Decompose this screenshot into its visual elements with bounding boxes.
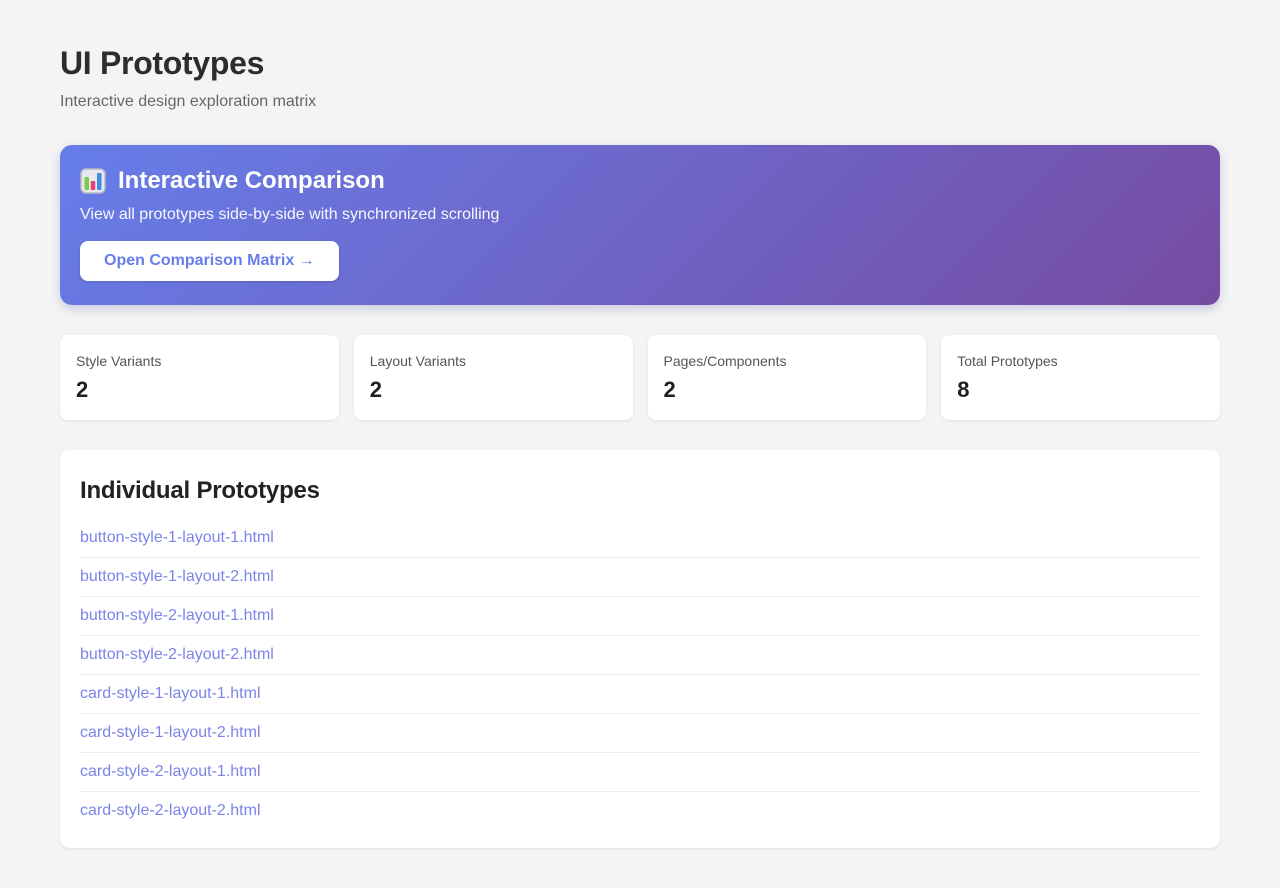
banner-title: Interactive Comparison [80, 167, 1200, 195]
stat-card-style-variants: Style Variants 2 [60, 334, 339, 420]
individual-prototypes-title: Individual Prototypes [80, 476, 320, 504]
prototype-link[interactable]: card-style-1-layout-1.html [80, 685, 261, 702]
prototype-link[interactable]: card-style-2-layout-2.html [80, 802, 261, 819]
prototype-link[interactable]: button-style-1-layout-1.html [80, 529, 274, 546]
stat-value: 8 [957, 376, 970, 402]
open-comparison-matrix-button[interactable]: Open Comparison Matrix → [80, 240, 339, 281]
prototype-link[interactable]: card-style-2-layout-1.html [80, 763, 261, 780]
prototype-link[interactable]: card-style-1-layout-2.html [80, 724, 261, 741]
stat-card-total-prototypes: Total Prototypes 8 [941, 334, 1220, 420]
stat-value: 2 [76, 376, 89, 402]
list-item: card-style-1-layout-1.html [80, 675, 1200, 714]
list-item: button-style-1-layout-2.html [80, 558, 1200, 597]
individual-prototypes-card: Individual Prototypes button-style-1-lay… [60, 449, 1220, 848]
stat-card-layout-variants: Layout Variants 2 [353, 334, 633, 420]
stat-value: 2 [369, 376, 382, 402]
comparison-banner: Interactive Comparison View all prototyp… [60, 144, 1220, 305]
stat-card-pages-components: Pages/Components 2 [647, 334, 927, 420]
stat-label: Pages/Components [663, 352, 787, 369]
page-title: UI Prototypes [60, 45, 265, 81]
list-item: card-style-2-layout-1.html [80, 753, 1200, 792]
stat-value: 2 [663, 376, 676, 402]
prototype-link[interactable]: button-style-2-layout-2.html [80, 646, 274, 663]
stat-label: Total Prototypes [957, 352, 1058, 369]
stat-label: Style Variants [76, 352, 162, 369]
list-item: button-style-2-layout-1.html [80, 597, 1200, 636]
page-subtitle: Interactive design exploration matrix [60, 93, 317, 111]
stat-label: Layout Variants [369, 352, 466, 369]
prototype-list: button-style-1-layout-1.html button-styl… [80, 519, 1200, 830]
bar-chart-icon [80, 168, 106, 194]
banner-description: View all prototypes side-by-side with sy… [80, 205, 500, 223]
page-container: UI Prototypes Interactive design explora… [0, 0, 1280, 888]
prototype-link[interactable]: button-style-2-layout-1.html [80, 607, 274, 624]
list-item: button-style-2-layout-2.html [80, 636, 1200, 675]
list-item: card-style-2-layout-2.html [80, 792, 1200, 830]
list-item: button-style-1-layout-1.html [80, 519, 1200, 558]
banner-title-text: Interactive Comparison [118, 166, 385, 194]
list-item: card-style-1-layout-2.html [80, 714, 1200, 753]
stats-row: Style Variants 2 Layout Variants 2 Pages… [60, 334, 1220, 420]
prototype-link[interactable]: button-style-1-layout-2.html [80, 568, 274, 585]
